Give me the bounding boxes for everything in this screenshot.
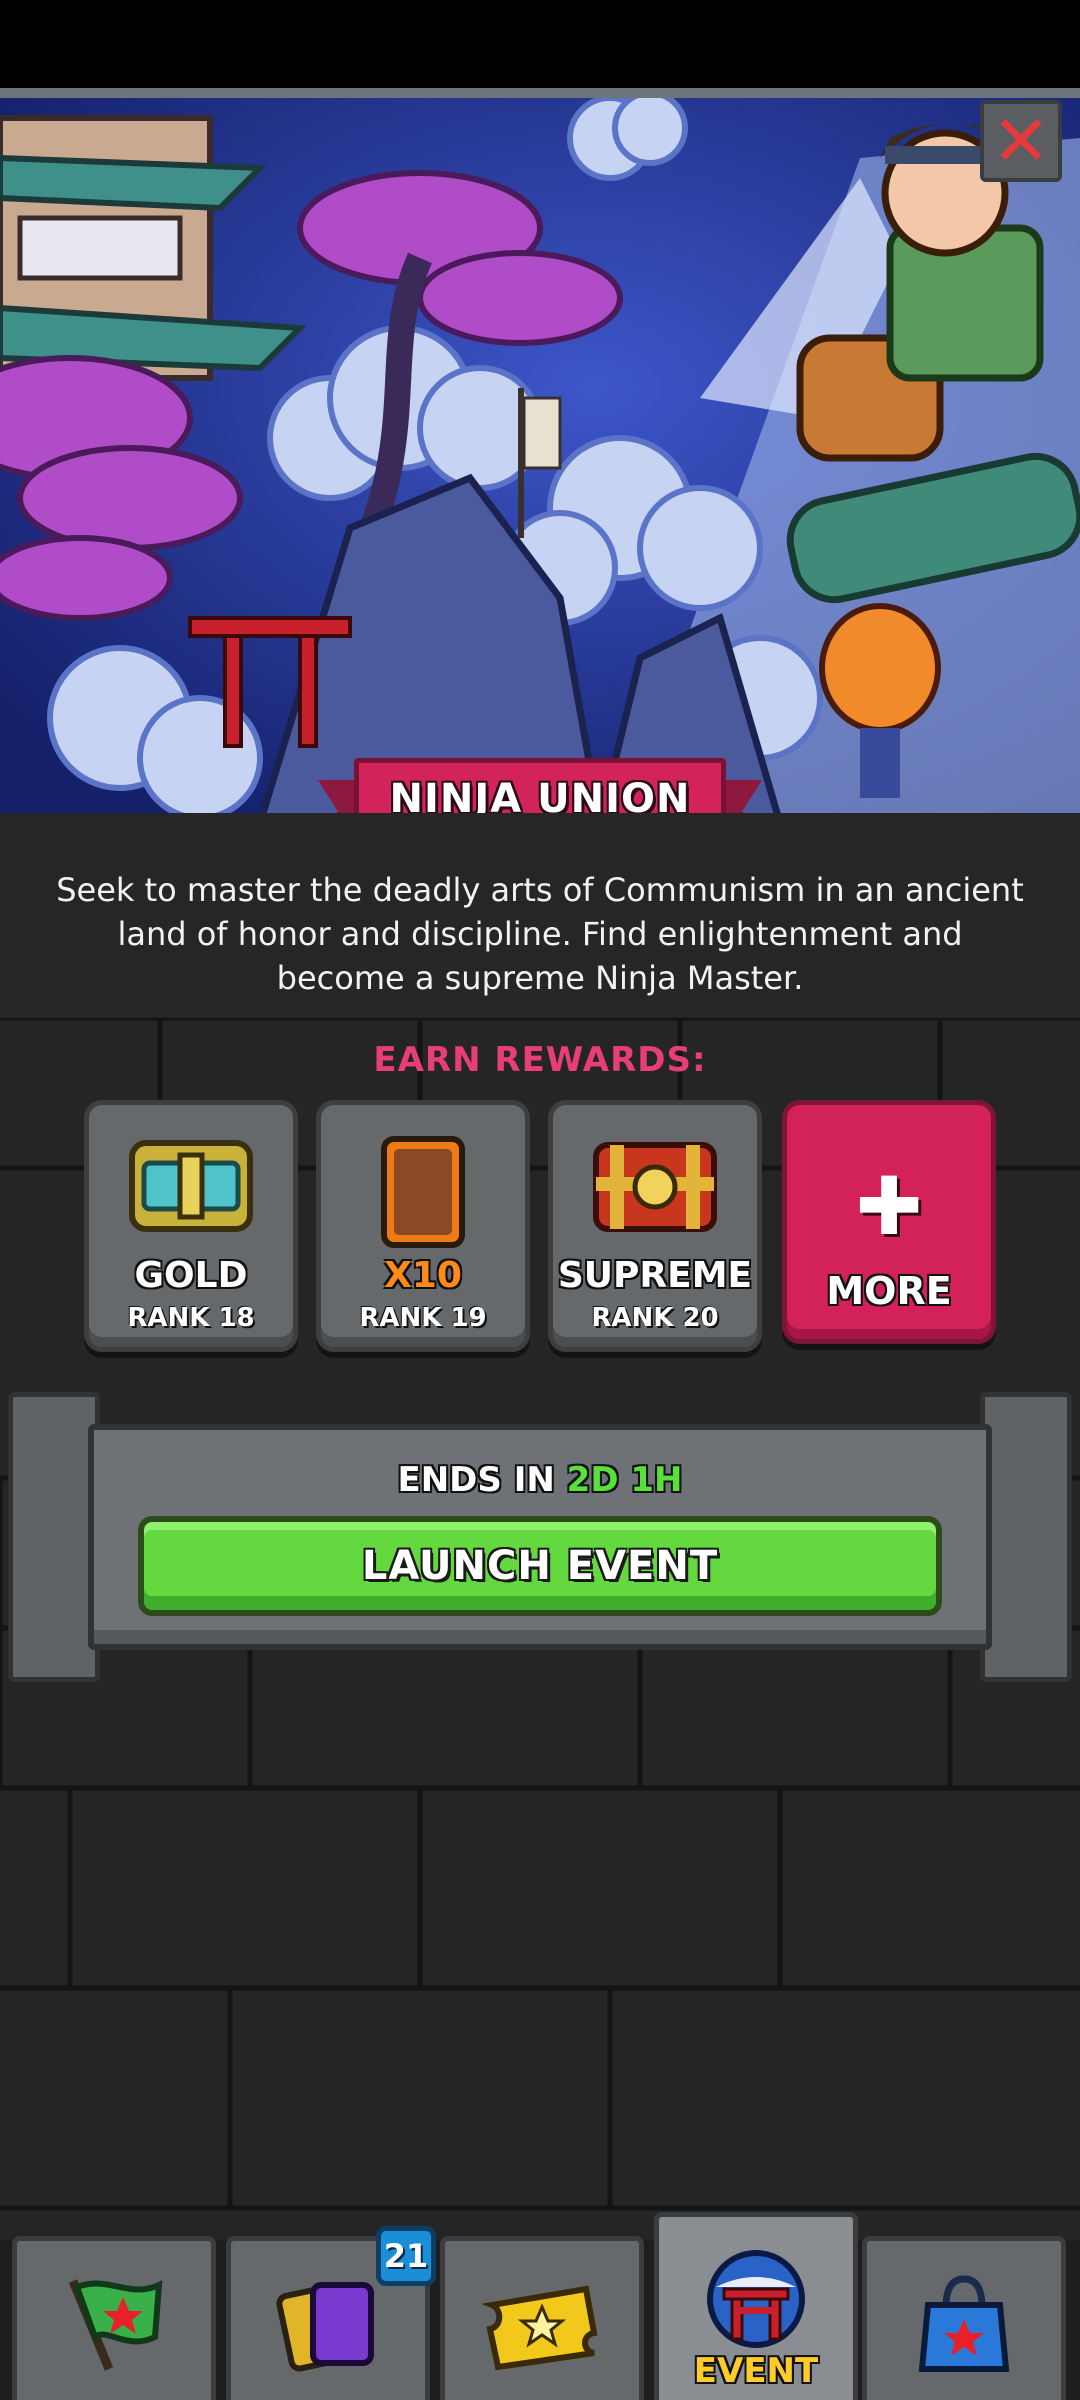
reward-name: X10 bbox=[384, 1255, 462, 1296]
close-button[interactable]: ✕ bbox=[980, 100, 1062, 182]
event-description: Seek to master the deadly arts of Commun… bbox=[56, 871, 1024, 997]
flag-icon bbox=[68, 2279, 163, 2371]
supreme-chest-icon bbox=[593, 1142, 717, 1232]
reward-rank: RANK 19 bbox=[359, 1303, 487, 1333]
timer-value: 2D 1H bbox=[566, 1460, 683, 1500]
panel-post-left bbox=[8, 1392, 100, 1682]
launch-event-label: LAUNCH EVENT bbox=[361, 1543, 719, 1589]
reward-name: SUPREME bbox=[557, 1255, 753, 1296]
tab-battle[interactable] bbox=[12, 2236, 216, 2400]
shopping-bag-icon bbox=[918, 2275, 1010, 2372]
tab-tickets[interactable] bbox=[440, 2236, 644, 2400]
ticket-icon bbox=[482, 2285, 598, 2371]
cards-icon bbox=[276, 2282, 374, 2372]
panel-post-right bbox=[980, 1392, 1072, 1682]
reward-rank: RANK 18 bbox=[127, 1303, 255, 1333]
tab-event[interactable]: EVENT bbox=[654, 2212, 858, 2400]
plus-icon: ✚ bbox=[855, 1160, 923, 1253]
reward-name: GOLD bbox=[134, 1255, 248, 1296]
more-rewards-button[interactable]: ✚ MORE bbox=[782, 1100, 996, 1344]
launch-event-button[interactable]: LAUNCH EVENT bbox=[138, 1516, 942, 1616]
event-timer: ENDS IN 2D 1H bbox=[0, 1460, 1080, 1500]
torii-gate-icon bbox=[707, 2250, 805, 2348]
timer-prefix: ENDS IN bbox=[397, 1460, 555, 1500]
card-icon bbox=[381, 1136, 465, 1248]
reward-card-supreme[interactable]: SUPREME RANK 20 bbox=[548, 1100, 762, 1352]
event-banner-image bbox=[0, 88, 1080, 813]
reward-card-x10[interactable]: X10 RANK 19 bbox=[316, 1100, 530, 1352]
earn-rewards-label: EARN REWARDS: bbox=[373, 1040, 707, 1080]
tab-shop[interactable] bbox=[862, 2236, 1066, 2400]
status-bar bbox=[0, 0, 1080, 88]
reward-rank: RANK 20 bbox=[591, 1303, 719, 1333]
reward-card-gold[interactable]: GOLD RANK 18 bbox=[84, 1100, 298, 1352]
cards-count-badge: 21 bbox=[376, 2226, 436, 2286]
close-icon: ✕ bbox=[991, 100, 1051, 182]
more-label: MORE bbox=[826, 1269, 952, 1313]
gold-chest-icon bbox=[129, 1140, 253, 1232]
event-tab-label: EVENT bbox=[693, 2351, 819, 2391]
